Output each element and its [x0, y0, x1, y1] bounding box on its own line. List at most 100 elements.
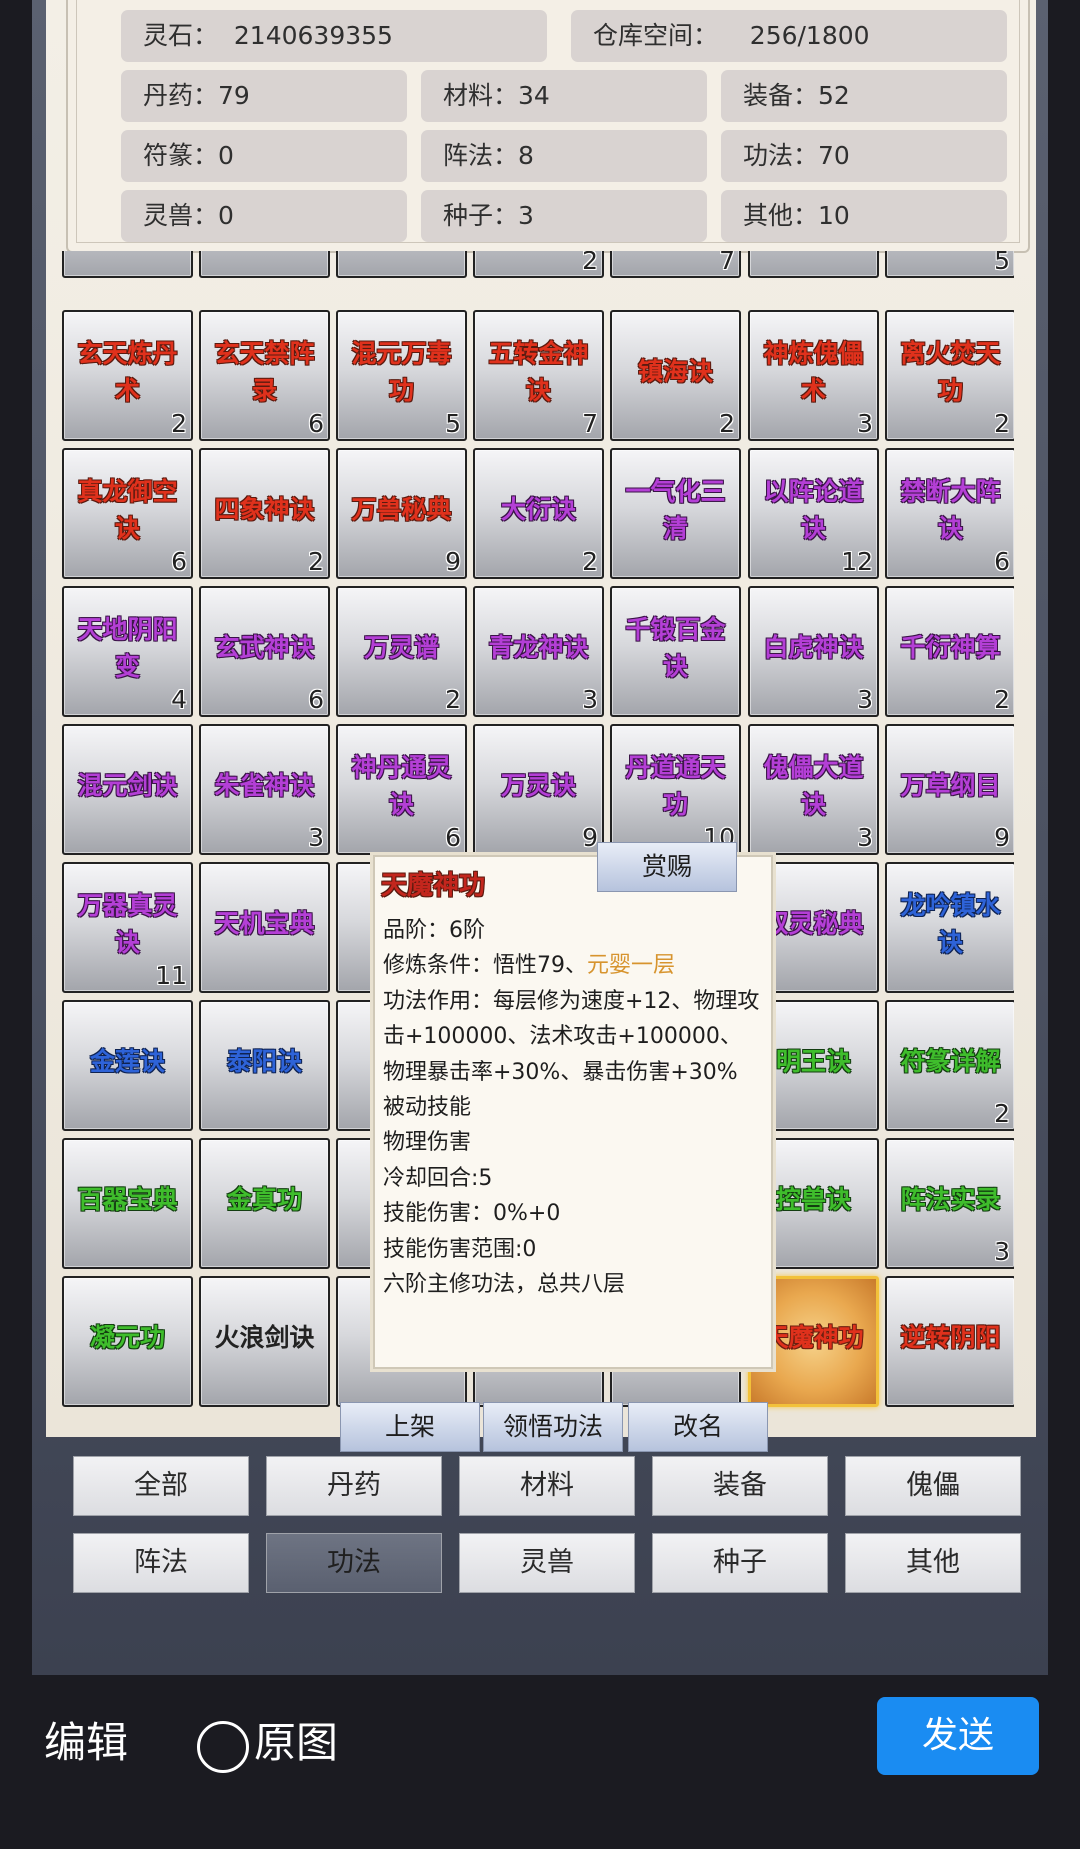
item-count: 2 — [308, 547, 324, 576]
item-count: 2 — [719, 409, 735, 438]
item-slot[interactable] — [199, 251, 330, 278]
item-slot[interactable]: 真龙御空诀 6 — [62, 448, 193, 579]
item-slot[interactable]: 混元剑诀 — [62, 724, 193, 855]
item-slot[interactable]: 禁断大阵诀 6 — [885, 448, 1014, 579]
item-slot[interactable]: 玄天禁阵录 6 — [199, 310, 330, 441]
item-count: 6 — [445, 823, 461, 852]
item-slot[interactable]: 金真功 — [199, 1138, 330, 1269]
item-name: 一气化三清 — [625, 476, 726, 543]
item-slot[interactable]: 天地阴阳变 4 — [62, 586, 193, 717]
item-slot[interactable]: 天机宝典 — [199, 862, 330, 993]
item-count: 3 — [857, 409, 873, 438]
tab-row1-1[interactable]: 丹药 — [266, 1456, 442, 1516]
item-name: 禁断大阵诀 — [900, 476, 1001, 543]
item-slot[interactable]: 万兽秘典 9 — [336, 448, 467, 579]
item-count: 2 — [171, 409, 187, 438]
item-name: 万兽秘典 — [351, 495, 452, 524]
tab-row2-3[interactable]: 种子 — [652, 1533, 828, 1593]
tab-row2-0[interactable]: 阵法 — [73, 1533, 249, 1593]
item-slot[interactable]: 四象神诀 2 — [199, 448, 330, 579]
bottom-toolbar: 编辑 原图 发送 — [0, 1675, 1080, 1849]
item-detail-popup: 天魔神功 品阶：6阶 修炼条件：悟性79、元婴一层 功法作用：每层修为速度+12… — [373, 855, 773, 1369]
item-slot[interactable]: 火浪剑诀 — [199, 1276, 330, 1407]
item-slot[interactable]: 万草纲目 9 — [885, 724, 1014, 855]
item-name: 天地阴阳变 — [77, 614, 178, 681]
popup-title: 天魔神功 — [381, 871, 486, 901]
item-slot[interactable]: 丹道通天功 10 — [610, 724, 741, 855]
item-slot[interactable]: 逆转阴阳 — [885, 1276, 1014, 1407]
stats-panel: 灵石： 2140639355 仓库空间： 256/1800 丹药：79 材料：34… — [66, 0, 1030, 253]
item-slot[interactable]: 傀儡大道诀 3 — [748, 724, 879, 855]
edit-button[interactable]: 编辑 — [44, 1713, 128, 1773]
list-for-sale-button[interactable]: 上架 — [340, 1402, 480, 1452]
item-slot[interactable]: 阵法实录 3 — [885, 1138, 1014, 1269]
item-slot[interactable]: 7 — [610, 251, 741, 278]
item-slot[interactable]: 千衍神算 2 — [885, 586, 1014, 717]
item-slot[interactable]: 镇海诀 2 — [610, 310, 741, 441]
original-image-radio[interactable] — [197, 1721, 249, 1773]
tab-row2-2[interactable]: 灵兽 — [459, 1533, 635, 1593]
send-button[interactable]: 发送 — [877, 1697, 1039, 1775]
comprehend-technique-button[interactable]: 领悟功法 — [483, 1402, 623, 1452]
item-slot[interactable]: 玄武神诀 6 — [199, 586, 330, 717]
item-slot[interactable] — [62, 251, 193, 278]
item-slot[interactable]: 白虎神诀 3 — [748, 586, 879, 717]
category-count-stat: 材料：34 — [421, 70, 707, 122]
item-count: 2 — [582, 251, 598, 275]
item-slot[interactable]: 2 — [473, 251, 604, 278]
item-count: 3 — [857, 823, 873, 852]
item-slot[interactable]: 千锻百金诀 — [610, 586, 741, 717]
tab-row2-4[interactable]: 其他 — [845, 1533, 1021, 1593]
item-name: 万灵诀 — [500, 771, 576, 800]
item-count: 7 — [582, 409, 598, 438]
item-count: 3 — [308, 823, 324, 852]
item-slot[interactable]: 万灵诀 9 — [473, 724, 604, 855]
item-name: 万草纲目 — [900, 771, 1001, 800]
item-name: 神炼傀儡术 — [763, 338, 864, 405]
tab-row1-0[interactable]: 全部 — [73, 1456, 249, 1516]
item-slot[interactable]: 5 — [885, 251, 1014, 278]
item-slot[interactable]: 泰阳诀 — [199, 1000, 330, 1131]
item-name: 逆转阴阳 — [900, 1323, 1001, 1352]
item-slot[interactable]: 金莲诀 — [62, 1000, 193, 1131]
tab-row1-4[interactable]: 傀儡 — [845, 1456, 1021, 1516]
reward-button[interactable]: 赏赐 — [597, 842, 737, 892]
tab-row1-3[interactable]: 装备 — [652, 1456, 828, 1516]
item-slot[interactable]: 神丹通灵诀 6 — [336, 724, 467, 855]
item-slot[interactable]: 万灵谱 2 — [336, 586, 467, 717]
item-count: 2 — [994, 1099, 1010, 1128]
item-slot[interactable]: 龙吟镇水诀 — [885, 862, 1014, 993]
item-slot[interactable]: 凝元功 — [62, 1276, 193, 1407]
category-count-stat: 丹药：79 — [121, 70, 407, 122]
original-image-label[interactable]: 原图 — [254, 1713, 338, 1773]
item-slot[interactable]: 混元万毒功 5 — [336, 310, 467, 441]
popup-effect: 功法作用：每层修为速度+12、物理攻击+100000、法术攻击+100000、物… — [383, 988, 760, 1085]
item-slot[interactable] — [336, 251, 467, 278]
item-slot[interactable]: 一气化三清 — [610, 448, 741, 579]
item-name: 阵法实录 — [900, 1185, 1001, 1214]
tab-row1-2[interactable]: 材料 — [459, 1456, 635, 1516]
item-slot[interactable]: 朱雀神诀 3 — [199, 724, 330, 855]
rename-button[interactable]: 改名 — [628, 1402, 768, 1452]
item-slot[interactable]: 大衍诀 2 — [473, 448, 604, 579]
item-slot[interactable]: 五转金神诀 7 — [473, 310, 604, 441]
popup-requirement: 修炼条件：悟性79、元婴一层 — [383, 948, 761, 983]
item-slot[interactable]: 神炼傀儡术 3 — [748, 310, 879, 441]
item-slot[interactable]: 离火焚天功 2 — [885, 310, 1014, 441]
item-slot[interactable]: 青龙神诀 3 — [473, 586, 604, 717]
popup-damage-type: 物理伤害 — [383, 1130, 472, 1156]
item-slot[interactable]: 玄天炼丹术 2 — [62, 310, 193, 441]
tab-row2-1[interactable]: 功法 — [266, 1533, 442, 1593]
category-count-stat: 功法：70 — [721, 130, 1007, 182]
item-name: 神丹通灵诀 — [351, 752, 452, 819]
item-slot[interactable]: 万器真灵诀 11 — [62, 862, 193, 993]
right-edge — [1048, 0, 1080, 1675]
item-slot[interactable]: 以阵论道诀 12 — [748, 448, 879, 579]
item-name: 大衍诀 — [500, 495, 576, 524]
item-slot[interactable]: 百器宝典 — [62, 1138, 193, 1269]
item-count: 2 — [445, 685, 461, 714]
item-slot[interactable] — [748, 251, 879, 278]
category-count-stat: 阵法：8 — [421, 130, 707, 182]
item-slot[interactable]: 符篆详解 2 — [885, 1000, 1014, 1131]
item-count: 3 — [994, 1237, 1010, 1266]
